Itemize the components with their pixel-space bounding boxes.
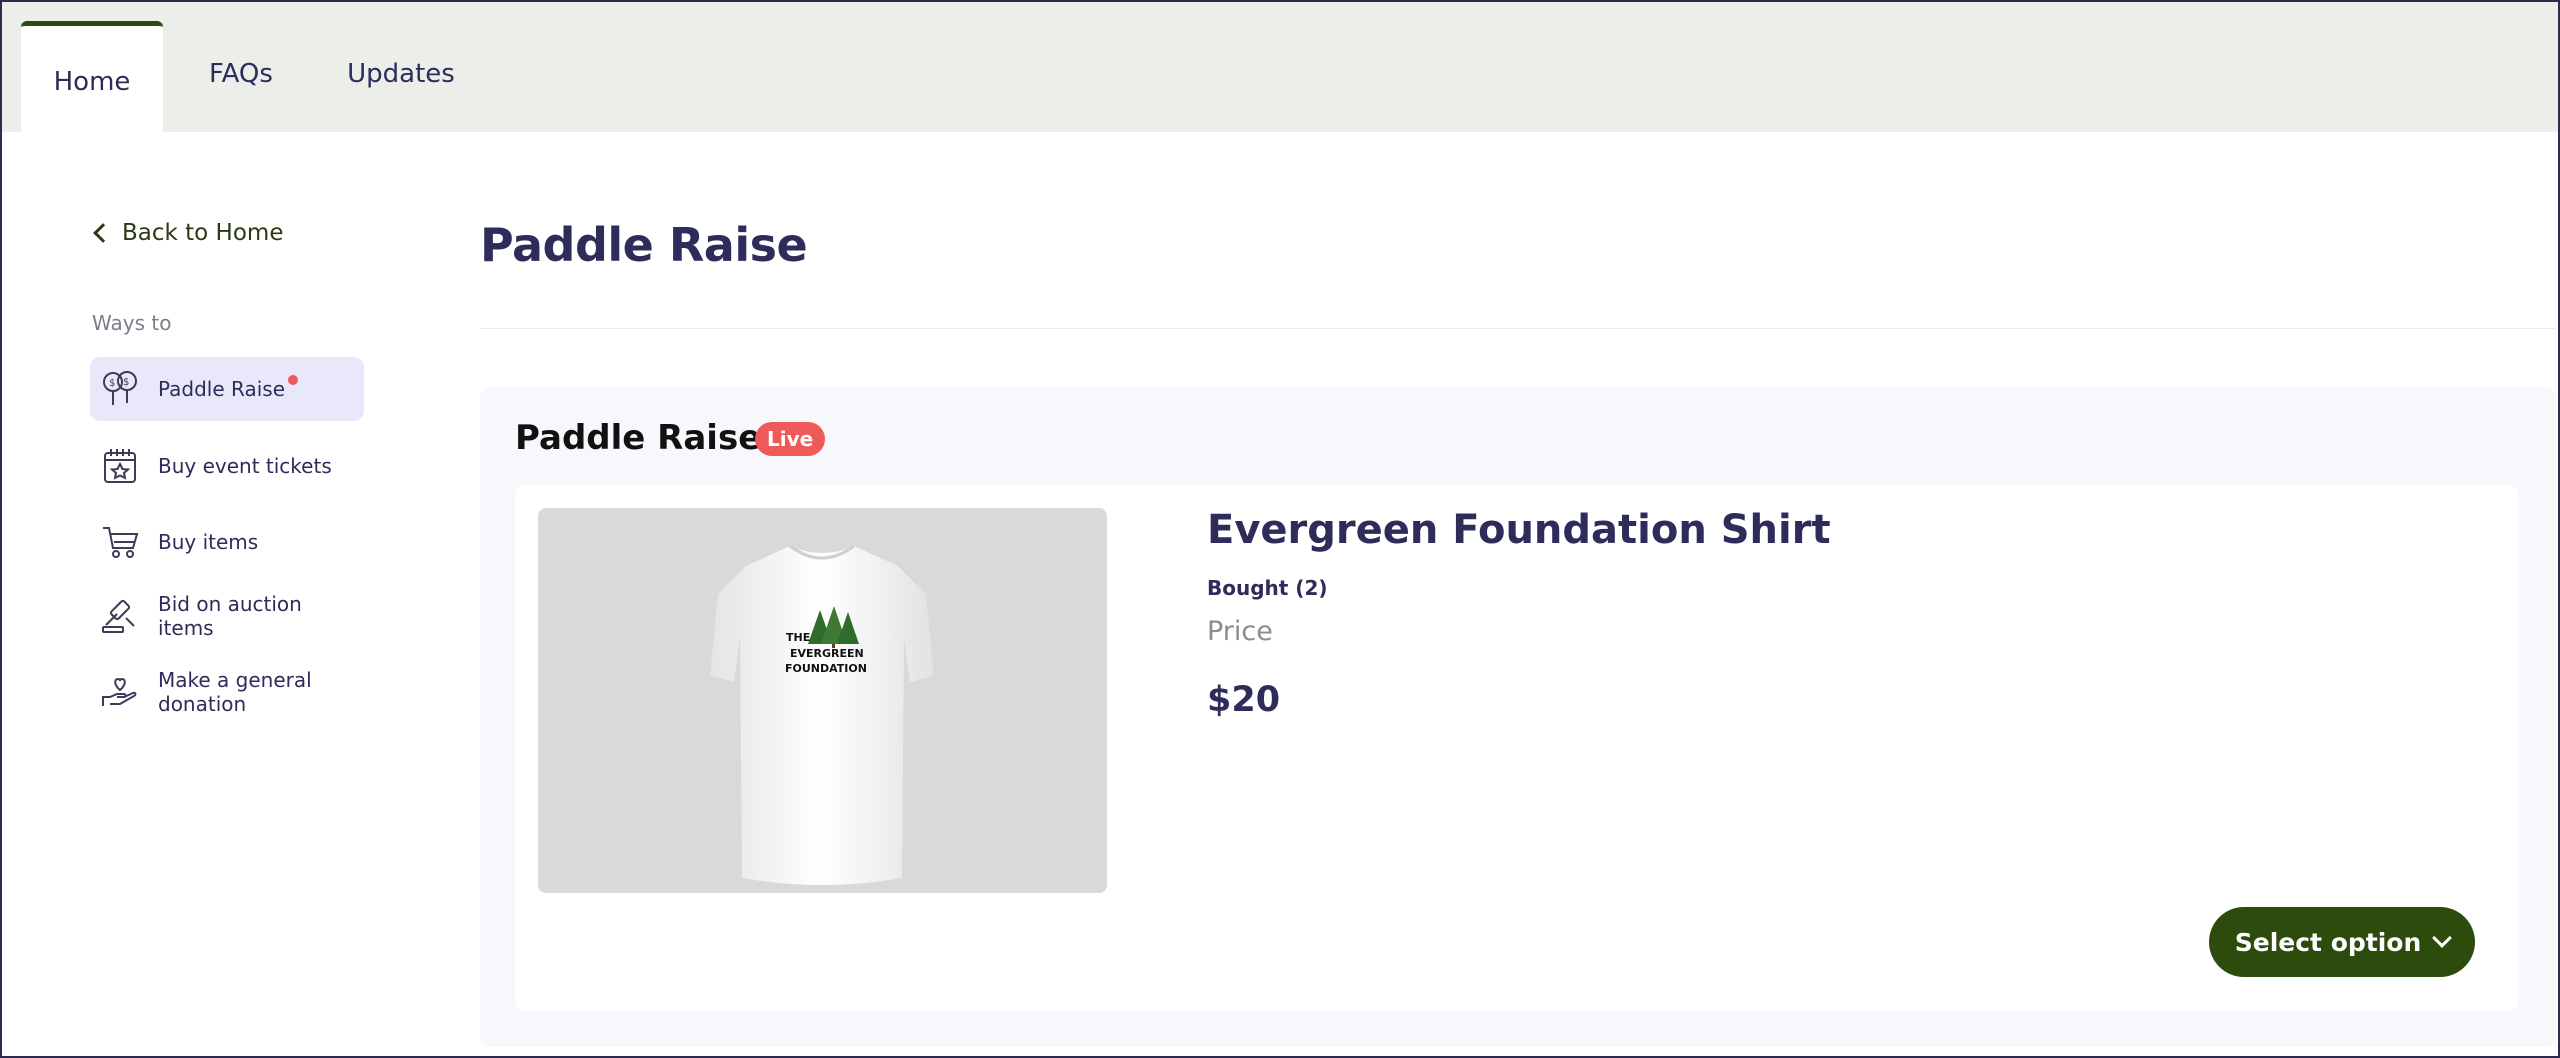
sidebar-item-buy-items[interactable]: Buy items xyxy=(90,520,364,564)
sidebar-item-bid-on-auction-items[interactable]: Bid on auction items xyxy=(90,588,364,644)
tab-updates-label: Updates xyxy=(347,59,455,89)
product-image[interactable]: THE EVERGREEN FOUNDATION xyxy=(538,508,1107,893)
sidebar-item-label: Paddle Raise xyxy=(158,375,299,401)
divider xyxy=(480,328,2556,329)
product-name: Evergreen Foundation Shirt xyxy=(1207,507,1831,553)
select-option-button[interactable]: Select option xyxy=(2209,907,2475,977)
tab-updates[interactable]: Updates xyxy=(340,2,462,132)
ways-to-heading: Ways to xyxy=(92,311,172,335)
sidebar-item-label: Buy event tickets xyxy=(158,454,332,478)
sidebar-item-label: Make a general donation xyxy=(158,668,312,716)
gavel-icon xyxy=(102,599,135,633)
chevron-down-icon xyxy=(2432,928,2453,948)
sidebar-item-label: Bid on auction items xyxy=(158,592,302,640)
back-label: Back to Home xyxy=(122,220,284,246)
chevron-left-icon xyxy=(93,223,113,243)
hand-heart-icon xyxy=(102,677,137,706)
tab-home[interactable]: Home xyxy=(21,21,163,132)
notification-dot xyxy=(288,375,299,385)
live-status-badge: Live xyxy=(755,422,826,456)
svg-text:$: $ xyxy=(123,377,129,388)
top-tab-bar: Home FAQs Updates xyxy=(2,2,2558,132)
tab-home-label: Home xyxy=(53,67,131,97)
price-value: $20 xyxy=(1207,680,1281,720)
sidebar-item-paddle-raise[interactable]: $ $ Paddle Raise xyxy=(90,357,364,421)
paddle-icon: $ $ xyxy=(103,371,137,405)
logo-text-evergreen: EVERGREEN xyxy=(790,647,864,660)
sidebar-item-make-a-general-donation[interactable]: Make a general donation xyxy=(90,664,364,720)
cart-icon xyxy=(103,527,139,558)
tshirt-image xyxy=(710,544,934,885)
sidebar-item-buy-event-tickets[interactable]: Buy event tickets xyxy=(90,444,364,488)
panel-title: Paddle Raise xyxy=(515,418,762,458)
calendar-star-icon xyxy=(104,449,136,483)
sidebar-item-label: Buy items xyxy=(158,530,259,554)
back-to-home-link[interactable]: Back to Home xyxy=(92,220,283,246)
page-title: Paddle Raise xyxy=(480,218,808,272)
tab-faqs[interactable]: FAQs xyxy=(198,2,284,132)
select-option-label: Select option xyxy=(2234,927,2422,957)
svg-text:$: $ xyxy=(109,378,115,389)
logo-text-the: THE xyxy=(786,631,811,644)
tab-faqs-label: FAQs xyxy=(209,59,273,89)
price-label: Price xyxy=(1207,616,1273,647)
logo-text-foundation: FOUNDATION xyxy=(785,662,867,675)
bought-count: Bought (2) xyxy=(1207,576,1328,600)
